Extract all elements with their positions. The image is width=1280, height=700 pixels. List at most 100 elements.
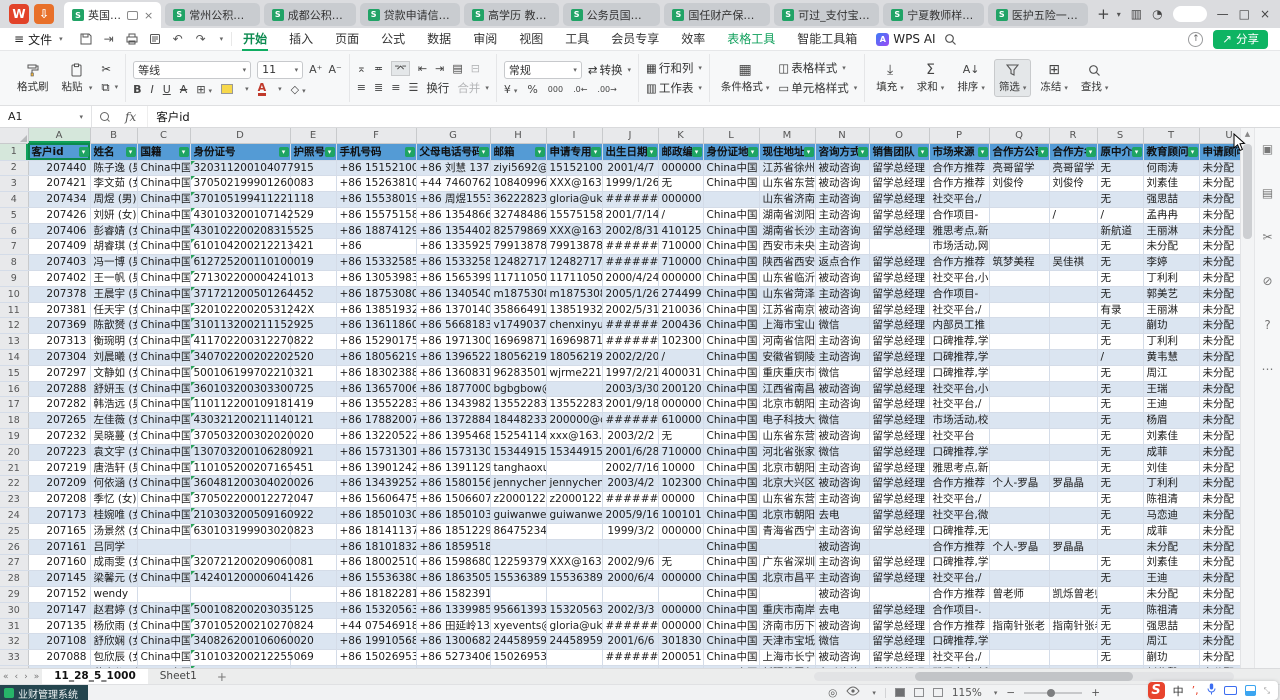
cell[interactable]: +86 13399850473 (416, 602, 490, 618)
cell[interactable]: 指南针张老 (989, 618, 1049, 634)
cell[interactable] (1049, 555, 1097, 571)
cell[interactable]: 主动咨询 (815, 207, 869, 223)
cell[interactable]: 刘佳 (1143, 460, 1199, 476)
cell[interactable] (490, 587, 546, 603)
cell[interactable] (989, 492, 1049, 508)
zoom-in-icon[interactable]: + (1091, 687, 1100, 699)
cell[interactable]: ######## (602, 318, 658, 334)
cell[interactable]: 社交平台,/ (929, 192, 989, 208)
cell[interactable]: China中国 (703, 571, 759, 587)
cell[interactable]: 未分配 (1199, 444, 1240, 460)
cell[interactable]: 362228235 (490, 192, 546, 208)
filter-header-cell[interactable]: 销售团队▾ (869, 143, 929, 160)
cell[interactable]: China中国 (703, 271, 759, 287)
cell[interactable]: 152541145 (490, 429, 546, 445)
cell[interactable]: China中国 (703, 365, 759, 381)
cell[interactable]: guiwanwei (546, 508, 602, 524)
cell[interactable] (290, 587, 336, 603)
cell[interactable]: 2000/4/24 (602, 271, 658, 287)
cell[interactable]: 刘俊伶 (1049, 176, 1097, 192)
cell[interactable]: 150269534 (490, 650, 546, 666)
cell[interactable]: +44 7460762888 (416, 176, 490, 192)
cell[interactable] (1049, 444, 1097, 460)
cell[interactable]: 2001/6/28 (602, 444, 658, 460)
cell[interactable]: 任天宇 (女 (90, 302, 137, 318)
cell[interactable]: China中国 (703, 508, 759, 524)
cell[interactable]: +86 13611860 (336, 318, 416, 334)
cell[interactable]: 口碑推荐,学 (929, 334, 989, 350)
cell[interactable]: 被动咨询 (815, 476, 869, 492)
cell[interactable]: 2001/7/14 (602, 207, 658, 223)
cell[interactable]: China中国 (137, 429, 190, 445)
cell[interactable]: 无 (1097, 476, 1143, 492)
cell[interactable] (989, 223, 1049, 239)
last-sheet-icon[interactable]: » (31, 672, 43, 682)
zoom-slider-knob[interactable] (1047, 689, 1055, 697)
row-header-1[interactable]: 1 (0, 143, 28, 160)
cell[interactable]: 雅思考点,新 (929, 460, 989, 476)
cell[interactable]: 留学总经理 (869, 350, 929, 366)
cell[interactable]: 200436 (658, 318, 703, 334)
upload-icon[interactable]: ↑ (1188, 32, 1203, 47)
file-tab[interactable]: S高学历 教授.xlsx (464, 3, 559, 26)
cell[interactable]: 社交平台,/ (929, 650, 989, 666)
cell[interactable]: 主动咨询 (815, 286, 869, 302)
filter-dropdown-icon[interactable]: ▾ (647, 147, 657, 157)
cell[interactable]: 主动咨询 (815, 555, 869, 571)
cell[interactable]: 留学总经理 (869, 650, 929, 666)
cell[interactable]: xxx@163.cc (546, 429, 602, 445)
cell[interactable]: 孟冉冉 (1143, 207, 1199, 223)
cell[interactable]: ######## (602, 413, 658, 429)
cell[interactable]: 710000 (658, 239, 703, 255)
cell[interactable] (1097, 587, 1143, 603)
cell[interactable]: 207160 (28, 555, 90, 571)
cell[interactable]: 口碑推荐,学 (929, 350, 989, 366)
cell[interactable]: 无 (1097, 523, 1143, 539)
zoom-level[interactable]: 115% (952, 687, 982, 699)
col-header-B[interactable]: B (90, 128, 137, 143)
row-header-16[interactable]: 16 (0, 381, 28, 397)
cell[interactable]: +86 15332585 (336, 255, 416, 271)
cell[interactable]: 155751588 (546, 207, 602, 223)
filter-dropdown-icon[interactable]: ▾ (325, 147, 335, 157)
filter-dropdown-icon[interactable]: ▾ (1188, 147, 1198, 157)
cell[interactable]: +86 15731301 (336, 444, 416, 460)
cell[interactable]: 罗晶晶 (1049, 476, 1097, 492)
cell[interactable]: China中国 (703, 397, 759, 413)
cell[interactable]: 151521001 (546, 160, 602, 176)
cell[interactable]: 430102200208315525 (190, 223, 290, 239)
cell[interactable]: China中国 (137, 350, 190, 366)
row-header-7[interactable]: 7 (0, 239, 28, 255)
cell[interactable]: 主动咨询 (815, 350, 869, 366)
cell[interactable]: 西安市未央 (759, 239, 815, 255)
cell[interactable]: 丁利利 (1143, 334, 1199, 350)
cell[interactable] (1097, 539, 1143, 555)
cell[interactable]: 济南市历下 (759, 618, 815, 634)
row-header-19[interactable]: 19 (0, 429, 28, 445)
filter-dropdown-icon[interactable]: ▾ (1086, 147, 1096, 157)
cell[interactable]: China中国 (703, 286, 759, 302)
col-header-P[interactable]: P (929, 128, 989, 143)
cell[interactable]: 000000 (658, 523, 703, 539)
cell[interactable]: 微信 (815, 413, 869, 429)
filter-dropdown-icon[interactable]: ▾ (1132, 147, 1142, 157)
cell[interactable]: +86 13608312769 (416, 365, 490, 381)
row-header-20[interactable]: 20 (0, 444, 28, 460)
cell[interactable]: China中国 (703, 239, 759, 255)
cell[interactable] (989, 634, 1049, 650)
cell[interactable]: 安徽省铜陵 (759, 350, 815, 366)
cell[interactable] (1049, 460, 1097, 476)
cell[interactable]: 无 (1097, 160, 1143, 176)
cell[interactable]: 留学总经理 (869, 429, 929, 445)
cell[interactable]: 122593794 (490, 555, 546, 571)
cell[interactable]: 430321200211140121 (190, 413, 290, 429)
cell[interactable]: 320721200209060081 (190, 555, 290, 571)
cell[interactable]: 370105200210270824 (190, 618, 290, 634)
cell[interactable]: 430103200107142529 (190, 207, 290, 223)
cell[interactable]: China中国 (703, 539, 759, 555)
select-all-corner[interactable] (0, 128, 28, 143)
cell[interactable]: 无 (1097, 286, 1143, 302)
cell[interactable]: XXX@163.c (546, 223, 602, 239)
cell[interactable]: 411702200312270822 (190, 334, 290, 350)
row-header-2[interactable]: 2 (0, 160, 28, 176)
